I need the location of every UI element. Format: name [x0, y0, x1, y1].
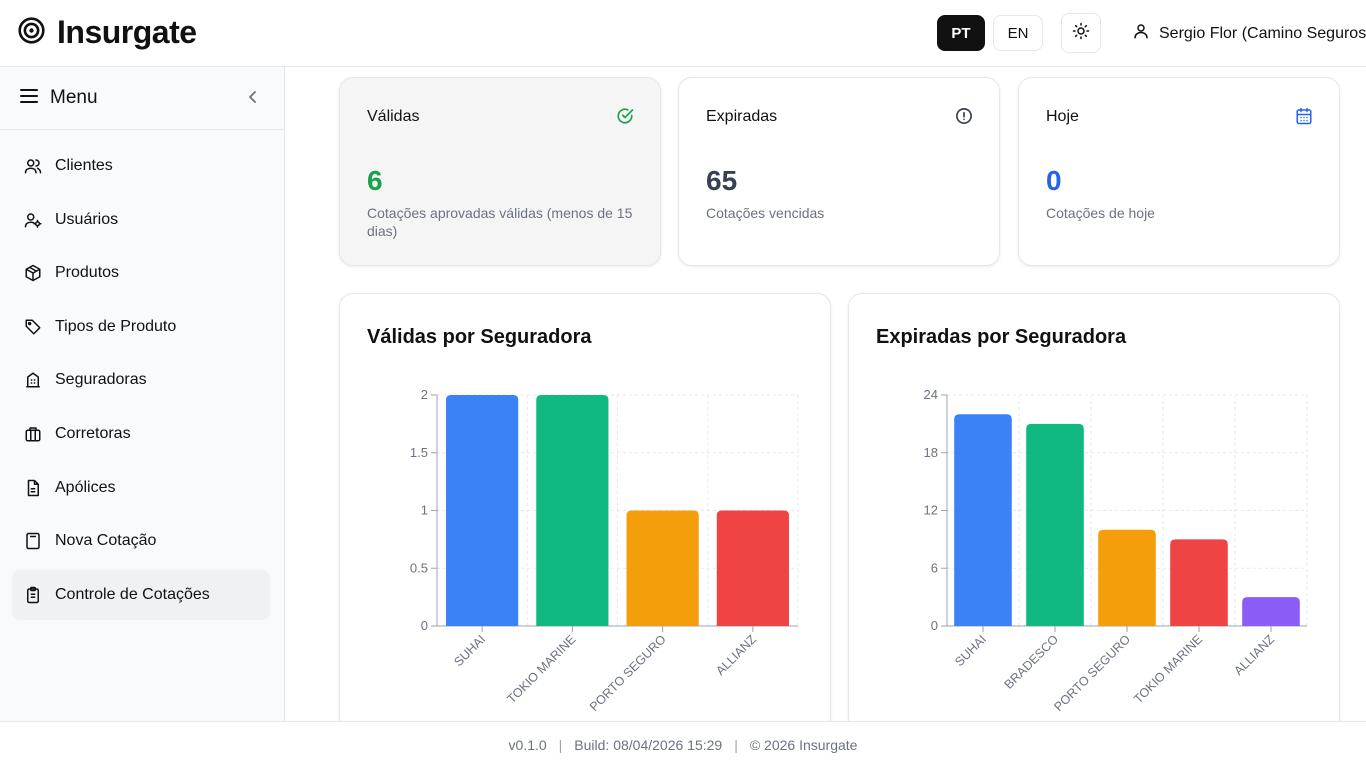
bar-porto-seguro[interactable]: [626, 510, 699, 627]
sidebar-item-label: Usuários: [55, 210, 119, 228]
app-name: Insurgate: [57, 14, 197, 50]
sidebar-item-clientes[interactable]: Clientes: [12, 141, 270, 191]
x-tick-label: TOKIO MARINE: [504, 632, 578, 706]
stat-value: 6: [367, 165, 383, 196]
stat-card-hoje[interactable]: Hoje 0 Cotações de hoje: [1018, 77, 1340, 266]
tag-icon: [24, 318, 42, 336]
x-tick-label: ALLIANZ: [713, 632, 759, 678]
chart-card-validas: Válidas por Seguradora 0 0.5 1 1.5 2 SUHAI TOK…: [339, 293, 831, 733]
bar-chart-expiradas: 0 6 12 18 24 SUHAI BRADESCOPORTO SEGUROTOKIO M…: [924, 387, 1308, 714]
y-tick-label: 24: [924, 387, 938, 402]
y-tick-label: 1: [421, 503, 428, 518]
sidebar-item-produtos[interactable]: Produtos: [12, 248, 270, 298]
sidebar-item-seguradoras[interactable]: Seguradoras: [12, 355, 270, 405]
sidebar-item-label: Clientes: [55, 157, 113, 174]
building-icon: [24, 371, 42, 389]
chart-card-expiradas: Expiradas por Seguradora 0 6 12 18 24 SUHAI BR…: [848, 293, 1340, 733]
stat-card-validas[interactable]: Válidas 6 Cotações aprovadas válidas (me…: [339, 77, 661, 266]
calendar-icon: [1295, 107, 1313, 130]
sidebar-item-usuarios[interactable]: Usuários: [12, 195, 270, 245]
sun-icon: [1072, 22, 1090, 45]
footer: v0.1.0 | Build: 08/04/2026 15:29 | © 202…: [0, 721, 1366, 768]
version-text: v0.1.0: [508, 737, 547, 753]
y-tick-label: 1.5: [410, 445, 428, 460]
y-tick-label: 0: [421, 618, 428, 633]
sidebar: Menu Clientes Usuários Produtos Tipos de…: [0, 67, 285, 721]
calculator-icon: [24, 532, 42, 550]
theme-toggle-button[interactable]: [1061, 13, 1101, 53]
build-text: Build: 08/04/2026 15:29: [574, 737, 723, 753]
copyright-text: © 2026 Insurgate: [749, 737, 858, 753]
sidebar-item-label: Tipos de Produto: [55, 317, 177, 335]
bar-tokio-marine[interactable]: [1170, 539, 1228, 626]
target-logo-icon: [18, 16, 45, 49]
y-tick-label: 0.5: [410, 560, 428, 575]
stat-description: Cotações aprovadas válidas (menos de 15 …: [367, 205, 633, 239]
sidebar-nav: Clientes Usuários Produtos Tipos de Prod…: [0, 130, 284, 620]
menu-header: Menu: [0, 67, 284, 130]
bar-suhai[interactable]: [954, 414, 1012, 626]
users-icon: [24, 157, 42, 175]
bar-suhai[interactable]: [446, 395, 519, 626]
user-menu[interactable]: Sergio Flor (Camino Seguros): [1132, 22, 1366, 45]
stat-value: 65: [706, 165, 738, 196]
user-name: Sergio Flor (Camino Seguros): [1159, 24, 1366, 42]
footer-divider: |: [558, 737, 563, 753]
sidebar-item-corretoras[interactable]: Corretoras: [12, 409, 270, 459]
bar-tokio-marine[interactable]: [536, 395, 609, 626]
footer-divider: |: [734, 737, 738, 753]
sidebar-item-label: Controle de Cotações: [55, 585, 210, 603]
bar-allianz[interactable]: [716, 510, 789, 627]
x-tick-label: PORTO SEGURO: [1051, 632, 1133, 714]
logo[interactable]: Insurgate: [18, 14, 197, 51]
sidebar-item-label: Produtos: [55, 264, 120, 282]
y-tick-label: 12: [924, 503, 938, 518]
sidebar-item-tipos-de-produto[interactable]: Tipos de Produto: [12, 302, 270, 352]
sidebar-item-apolices[interactable]: Apólices: [12, 463, 270, 513]
stat-card-expiradas[interactable]: Expiradas 65 Cotações vencidas: [678, 77, 1000, 266]
sidebar-item-nova-cotacao[interactable]: Nova Cotação: [12, 516, 270, 566]
stat-title: Expiradas: [706, 108, 778, 125]
bar-bradesco[interactable]: [1026, 423, 1084, 626]
y-tick-label: 2: [421, 387, 428, 402]
x-tick-label: SUHAI: [952, 632, 989, 669]
stat-description: Cotações vencidas: [706, 205, 825, 221]
user-icon: [1132, 22, 1150, 45]
user-cog-icon: [24, 211, 42, 229]
briefcase-icon: [24, 425, 42, 443]
sidebar-item-label: Nova Cotação: [55, 532, 157, 550]
sidebar-item-label: Corretoras: [55, 424, 131, 442]
bar-allianz[interactable]: [1242, 597, 1300, 626]
x-tick-label: SUHAI: [451, 632, 488, 669]
package-icon: [24, 264, 42, 282]
y-tick-label: 6: [931, 560, 938, 575]
sidebar-item-label: Seguradoras: [55, 371, 147, 389]
clipboard-icon: [24, 586, 42, 604]
y-tick-label: 18: [924, 445, 938, 460]
bar-chart-validas: 0 0.5 1 1.5 2 SUHAI TOKIO MARINE PORTO SEGURO AL…: [410, 387, 799, 714]
stat-value: 0: [1046, 165, 1062, 196]
y-tick-label: 0: [931, 618, 938, 633]
document-icon: [24, 479, 42, 497]
bar-porto-seguro[interactable]: [1098, 529, 1156, 626]
check-circle-icon: [616, 107, 634, 130]
x-tick-label: PORTO SEGURO: [587, 632, 669, 714]
lang-en-button[interactable]: EN: [993, 15, 1043, 51]
sidebar-item-label: Apólices: [55, 478, 116, 496]
stat-title: Hoje: [1046, 108, 1079, 125]
x-tick-label: ALLIANZ: [1231, 632, 1277, 678]
sidebar-item-controle-de-cotacoes[interactable]: Controle de Cotações: [12, 569, 270, 620]
stat-title: Válidas: [367, 108, 420, 125]
alert-circle-icon: [955, 107, 973, 130]
menu-title: Menu: [50, 87, 98, 108]
lang-pt-button[interactable]: PT: [937, 15, 985, 51]
top-header: Insurgate PT EN Sergio Flor (Camino Segu…: [0, 0, 1366, 67]
hamburger-icon[interactable]: [19, 87, 39, 110]
chevron-left-icon[interactable]: [246, 89, 260, 110]
stat-description: Cotações de hoje: [1046, 205, 1155, 221]
x-tick-label: TOKIO MARINE: [1131, 632, 1205, 706]
x-tick-label: BRADESCO: [1002, 632, 1062, 692]
